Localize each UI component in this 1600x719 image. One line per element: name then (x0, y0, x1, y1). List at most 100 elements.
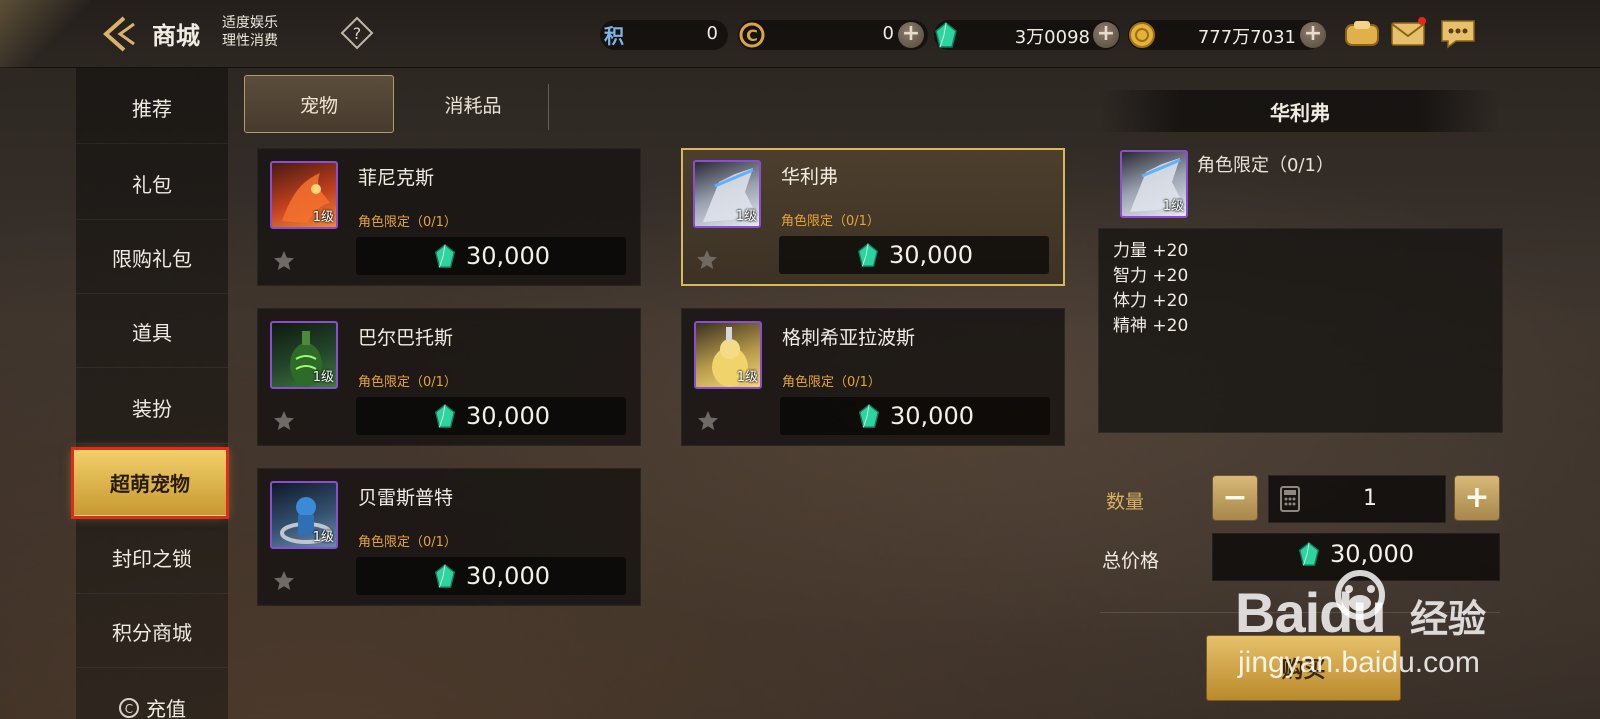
stat-box: 力量 +20 智力 +20 体力 +20 精神 +20 (1098, 228, 1503, 433)
product-price: 30,000 (466, 242, 550, 270)
sidebar-item-pets[interactable]: 超萌宠物 (71, 447, 229, 519)
total-price-label: 总价格 (1102, 550, 1160, 572)
sidebar-item-items[interactable]: 道具 (76, 296, 228, 368)
green-gem-icon (434, 563, 456, 588)
coin-c-add-button[interactable]: + (898, 22, 924, 48)
sidebar-item-recharge[interactable]: C 充值 (76, 672, 228, 719)
pet-level: 1级 (736, 370, 758, 385)
chat-button[interactable] (1438, 15, 1478, 51)
product-name: 贝雷斯普特 (358, 487, 454, 509)
product-limit: 角色限定（0/1） (358, 375, 457, 390)
favorite-star-icon[interactable] (695, 248, 719, 272)
wallet-button[interactable] (1342, 15, 1382, 51)
quantity-decrease-button[interactable]: − (1212, 475, 1258, 521)
price-box: 30,000 (356, 237, 626, 275)
top-corner-ornament (0, 0, 90, 68)
gold-value: 777万7031 (1197, 27, 1296, 48)
product-name: 巴尔巴托斯 (358, 327, 454, 349)
pet-portrait-griffin: 1级 (693, 160, 761, 228)
mail-button[interactable] (1388, 15, 1428, 51)
svg-text:C: C (746, 26, 758, 45)
product-limit: 角色限定（0/1） (782, 375, 881, 390)
sidebar-item-seal-lock[interactable]: 封印之锁 (76, 522, 228, 594)
product-price: 30,000 (890, 402, 974, 430)
product-card[interactable]: 1级 格刺希亚拉波斯 角色限定（0/1） 30,000 (681, 308, 1065, 446)
recharge-icon: C (119, 697, 139, 718)
tab-pets[interactable]: 宠物 (244, 75, 394, 133)
points-value: 0 (706, 23, 718, 44)
favorite-star-icon[interactable] (696, 409, 720, 433)
quantity-input[interactable] (1300, 486, 1440, 511)
sidebar-item-gift[interactable]: 礼包 (76, 148, 228, 220)
slogan: 适度娱乐 理性消费 (222, 14, 278, 50)
tab-consumables[interactable]: 消耗品 (400, 75, 546, 133)
pet-portrait-barbatos: 1级 (270, 321, 338, 389)
price-box: 30,000 (780, 397, 1050, 435)
green-gem-icon (932, 21, 960, 49)
favorite-star-icon[interactable] (272, 569, 296, 593)
product-limit: 角色限定（0/1） (358, 215, 457, 230)
svg-text:?: ? (353, 24, 362, 43)
mail-icon (1391, 17, 1426, 46)
watermark-logo: Baidu (1235, 581, 1387, 644)
pet-level: 1级 (312, 210, 334, 225)
price-box: 30,000 (779, 236, 1049, 274)
gold-coin-icon (1128, 21, 1156, 49)
detail-title: 华利弗 (1100, 90, 1500, 132)
green-gem-icon (858, 403, 880, 428)
pet-level: 1级 (312, 370, 334, 385)
sidebar: 推荐 礼包 限购礼包 道具 装扮 超萌宠物 封印之锁 积分商城 C 充值 (71, 68, 229, 719)
product-card[interactable]: 1级 菲尼克斯 角色限定（0/1） 30,000 (257, 148, 641, 286)
calculator-icon[interactable] (1278, 486, 1302, 512)
svg-text:积: 积 (604, 24, 624, 48)
green-gem-icon (434, 243, 456, 268)
stat-intelligence: 智力 +20 (1113, 266, 1189, 286)
product-price: 30,000 (466, 562, 550, 590)
product-card[interactable]: 1级 巴尔巴托斯 角色限定（0/1） 30,000 (257, 308, 641, 446)
pet-portrait-beresputh: 1级 (270, 481, 338, 549)
stat-spirit: 精神 +20 (1113, 316, 1189, 336)
green-gem-icon (857, 242, 879, 267)
product-card-selected[interactable]: 1级 华利弗 角色限定（0/1） 30,000 (681, 148, 1065, 286)
svg-text:C: C (125, 702, 133, 716)
quantity-label: 数量 (1106, 491, 1145, 513)
tab-divider (548, 84, 549, 130)
pet-level: 1级 (312, 530, 334, 545)
sidebar-item-costume[interactable]: 装扮 (76, 372, 228, 444)
gold-add-button[interactable]: + (1300, 22, 1326, 48)
pet-level: 1级 (1162, 199, 1184, 214)
page-title: 商城 (152, 22, 200, 50)
help-button[interactable]: ? (340, 16, 374, 50)
sidebar-item-recommend[interactable]: 推荐 (76, 72, 228, 144)
sidebar-item-label: 充值 (146, 697, 186, 719)
favorite-star-icon[interactable] (272, 409, 296, 433)
pet-portrait-glasya-labolas: 1级 (694, 321, 762, 389)
stat-vitality: 体力 +20 (1113, 291, 1189, 311)
product-card[interactable]: 1级 贝雷斯普特 角色限定（0/1） 30,000 (257, 468, 641, 606)
quantity-increase-button[interactable]: + (1454, 475, 1500, 521)
notification-dot (1418, 17, 1426, 25)
product-limit: 角色限定（0/1） (781, 214, 880, 229)
price-box: 30,000 (356, 557, 626, 595)
favorite-star-icon[interactable] (272, 249, 296, 273)
gem-add-button[interactable]: + (1093, 22, 1119, 48)
product-price: 30,000 (466, 402, 550, 430)
sidebar-item-limited-gift[interactable]: 限购礼包 (76, 222, 228, 294)
product-name: 菲尼克斯 (358, 167, 435, 189)
slogan-line-1: 适度娱乐 (222, 15, 278, 31)
slogan-line-2: 理性消费 (222, 33, 278, 49)
gem-value: 3万0098 (1014, 27, 1090, 48)
price-box: 30,000 (356, 397, 626, 435)
detail-pet-portrait: 1级 (1120, 150, 1188, 218)
stat-strength: 力量 +20 (1113, 241, 1189, 261)
sidebar-item-points-shop[interactable]: 积分商城 (76, 596, 228, 668)
green-gem-icon (1298, 541, 1320, 566)
back-arrow-icon (102, 16, 135, 52)
back-button[interactable] (98, 12, 142, 56)
coin-c-value: 0 (882, 23, 894, 44)
detail-limit: 角色限定（0/1） (1197, 155, 1334, 176)
coin-c-icon: C (738, 21, 766, 49)
product-limit: 角色限定（0/1） (358, 535, 457, 550)
pet-portrait-phoenix: 1级 (270, 161, 338, 229)
pet-level: 1级 (735, 209, 757, 224)
